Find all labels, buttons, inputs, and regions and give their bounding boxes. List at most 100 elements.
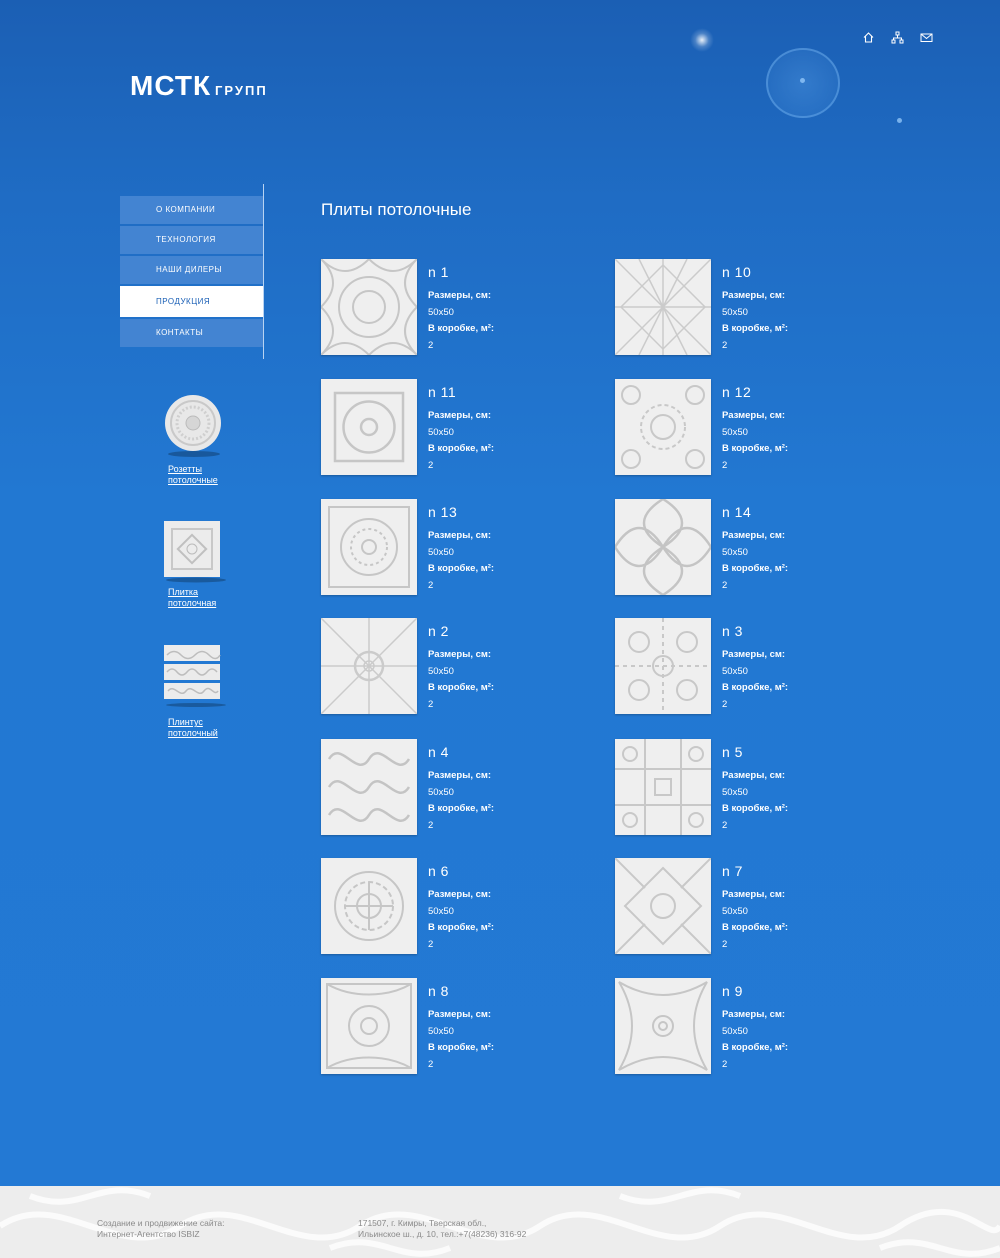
- product-card: n 5 Размеры, см: 50x50 В коробке, м²: 2: [615, 739, 875, 839]
- side-link-plinth[interactable]: Плинтус потолочный: [168, 717, 254, 739]
- mail-icon[interactable]: [920, 29, 933, 42]
- product-name[interactable]: n 3: [722, 623, 788, 639]
- size-value: 50x50: [428, 427, 454, 438]
- product-image[interactable]: [615, 259, 711, 355]
- box-label: В коробке, м²:: [722, 323, 789, 334]
- footer-credit-line2[interactable]: Интернет-Агентство ISBIZ: [97, 1229, 200, 1239]
- site-logo[interactable]: МСТК ГРУПП: [130, 70, 268, 102]
- side-link-tiles[interactable]: Плитка потолочная: [168, 587, 254, 609]
- nav-item-products[interactable]: ПРОДУКЦИЯ: [120, 286, 263, 317]
- product-name[interactable]: n 7: [722, 863, 788, 879]
- sitemap-icon[interactable]: [891, 29, 904, 44]
- nav-item-technology[interactable]: ТЕХНОЛОГИЯ: [120, 226, 263, 254]
- rosette-icon[interactable]: [164, 394, 222, 457]
- footer-address-line2: Ильинское ш., д. 10, тел.:+7(48236) 316-…: [358, 1229, 527, 1239]
- logo-sub: ГРУПП: [215, 83, 268, 98]
- product-info: n 10 Размеры, см: 50x50 В коробке, м²: 2: [722, 264, 788, 354]
- product-image[interactable]: [321, 618, 417, 714]
- box-label: В коробке, м²:: [428, 803, 495, 814]
- side-link-rosettes[interactable]: Розетты потолочные: [168, 464, 254, 486]
- product-image[interactable]: [615, 739, 711, 835]
- product-image[interactable]: [321, 978, 417, 1074]
- product-name[interactable]: n 2: [428, 623, 494, 639]
- product-card: n 2 Размеры, см: 50x50 В коробке, м²: 2: [321, 618, 581, 718]
- product-card: n 4 Размеры, см: 50x50 В коробке, м²: 2: [321, 739, 581, 839]
- nav-item-contacts[interactable]: КОНТАКТЫ: [120, 319, 263, 347]
- side-product-plinth: Плинтус потолочный: [164, 645, 254, 739]
- product-info: n 8 Размеры, см: 50x50 В коробке, м²: 2: [428, 983, 494, 1073]
- box-label: В коробке, м²:: [428, 682, 495, 693]
- size-label: Размеры, см:: [722, 410, 786, 421]
- product-card: n 13 Размеры, см: 50x50 В коробке, м²: 2: [321, 499, 581, 599]
- product-image[interactable]: [615, 978, 711, 1074]
- box-label: В коробке, м²:: [428, 443, 495, 454]
- product-image[interactable]: [615, 499, 711, 595]
- product-image[interactable]: [321, 379, 417, 475]
- product-card: n 10 Размеры, см: 50x50 В коробке, м²: 2: [615, 259, 875, 359]
- box-label: В коробке, м²:: [722, 1042, 789, 1053]
- size-value: 50x50: [428, 666, 454, 677]
- product-image[interactable]: [321, 259, 417, 355]
- box-value: 2: [722, 460, 728, 471]
- box-value: 2: [722, 340, 728, 351]
- product-card: n 11 Размеры, см: 50x50 В коробке, м²: 2: [321, 379, 581, 479]
- product-name[interactable]: n 6: [428, 863, 494, 879]
- product-name[interactable]: n 12: [722, 384, 788, 400]
- size-value: 50x50: [722, 307, 748, 318]
- box-value: 2: [722, 820, 728, 831]
- product-card: n 8 Размеры, см: 50x50 В коробке, м²: 2: [321, 978, 581, 1078]
- product-card: n 12 Размеры, см: 50x50 В коробке, м²: 2: [615, 379, 875, 479]
- product-image[interactable]: [321, 858, 417, 954]
- size-label: Размеры, см:: [722, 290, 786, 301]
- size-value: 50x50: [722, 666, 748, 677]
- box-label: В коробке, м²:: [722, 803, 789, 814]
- box-value: 2: [722, 1059, 728, 1070]
- product-name[interactable]: n 8: [428, 983, 494, 999]
- flare-dot: [800, 78, 805, 83]
- product-name[interactable]: n 9: [722, 983, 788, 999]
- product-image[interactable]: [615, 379, 711, 475]
- product-name[interactable]: n 4: [428, 744, 494, 760]
- product-card: n 6 Размеры, см: 50x50 В коробке, м²: 2: [321, 858, 581, 958]
- size-value: 50x50: [428, 307, 454, 318]
- product-name[interactable]: n 13: [428, 504, 494, 520]
- size-value: 50x50: [428, 1026, 454, 1037]
- product-name[interactable]: n 10: [722, 264, 788, 280]
- box-label: В коробке, м²:: [428, 323, 495, 334]
- main-nav: О КОМПАНИИ ТЕХНОЛОГИЯ НАШИ ДИЛЕРЫ ПРОДУК…: [120, 184, 264, 359]
- size-value: 50x50: [722, 906, 748, 917]
- box-value: 2: [722, 699, 728, 710]
- product-info: n 4 Размеры, см: 50x50 В коробке, м²: 2: [428, 744, 494, 834]
- size-label: Размеры, см:: [428, 770, 492, 781]
- product-info: n 11 Размеры, см: 50x50 В коробке, м²: 2: [428, 384, 494, 474]
- footer-address: 171507, г. Кимры, Тверская обл., Ильинск…: [358, 1218, 526, 1240]
- product-name[interactable]: n 5: [722, 744, 788, 760]
- nav-item-dealers[interactable]: НАШИ ДИЛЕРЫ: [120, 256, 263, 284]
- flare-dot: [897, 118, 902, 123]
- size-value: 50x50: [722, 427, 748, 438]
- product-image[interactable]: [615, 618, 711, 714]
- box-value: 2: [428, 820, 434, 831]
- tile-icon[interactable]: [164, 521, 226, 583]
- size-label: Размеры, см:: [428, 530, 492, 541]
- product-image[interactable]: [615, 858, 711, 954]
- product-name[interactable]: n 11: [428, 384, 494, 400]
- box-value: 2: [428, 699, 434, 710]
- product-image[interactable]: [321, 499, 417, 595]
- lens-flare-ring: [766, 48, 840, 118]
- product-info: n 9 Размеры, см: 50x50 В коробке, м²: 2: [722, 983, 788, 1073]
- product-name[interactable]: n 14: [722, 504, 788, 520]
- home-icon[interactable]: [862, 29, 875, 43]
- product-name[interactable]: n 1: [428, 264, 494, 280]
- nav-item-company[interactable]: О КОМПАНИИ: [120, 196, 263, 224]
- product-image[interactable]: [321, 739, 417, 835]
- size-label: Размеры, см:: [428, 889, 492, 900]
- size-label: Размеры, см:: [428, 410, 492, 421]
- plinth-icon[interactable]: [164, 645, 226, 707]
- product-info: n 6 Размеры, см: 50x50 В коробке, м²: 2: [428, 863, 494, 953]
- box-label: В коробке, м²:: [722, 922, 789, 933]
- product-info: n 3 Размеры, см: 50x50 В коробке, м²: 2: [722, 623, 788, 713]
- size-label: Размеры, см:: [722, 889, 786, 900]
- size-label: Размеры, см:: [428, 649, 492, 660]
- footer-address-line1: 171507, г. Кимры, Тверская обл.,: [358, 1218, 487, 1228]
